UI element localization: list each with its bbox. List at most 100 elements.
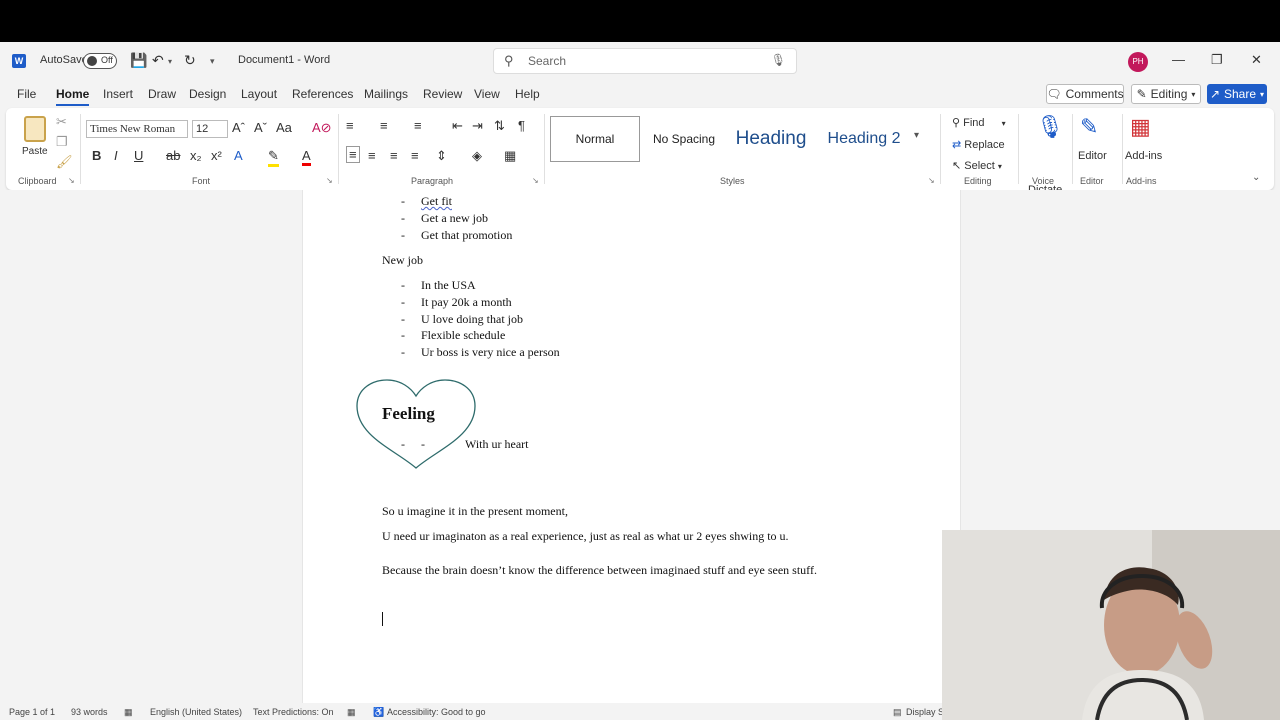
strikethrough-icon[interactable]: ab (166, 148, 180, 163)
tab-insert[interactable]: Insert (103, 87, 133, 101)
bold-icon[interactable]: B (92, 148, 101, 163)
styles-more-icon[interactable]: ▾ (914, 130, 919, 141)
text-predictions[interactable]: Text Predictions: On (253, 707, 334, 717)
add-ins-group-label: Add-ins (1126, 176, 1157, 186)
font-group-label: Font (192, 176, 211, 186)
minimize-icon[interactable]: — (1172, 52, 1185, 67)
close-icon[interactable]: ✕ (1251, 52, 1262, 68)
ribbon: Paste ✂ ❐ 🖌 Clipboard ↘ Times New Roman … (6, 108, 1274, 196)
undo-icon[interactable]: ↶ (152, 52, 164, 69)
language[interactable]: English (United States) (150, 707, 242, 717)
find-label: Find (963, 117, 985, 129)
font-color-icon[interactable]: A (302, 148, 311, 166)
increase-indent-icon[interactable]: ⇥ (472, 118, 483, 134)
tab-layout[interactable]: Layout (241, 87, 277, 101)
paragraph-launcher-icon[interactable]: ↘ (532, 176, 539, 185)
highlight-icon[interactable]: ✎ (268, 148, 279, 167)
replace-button[interactable]: ⇄ Replace (952, 138, 1005, 151)
display-settings[interactable]: Display S (906, 707, 944, 717)
comments-button[interactable]: 🗨 Comments (1046, 84, 1124, 104)
tab-view[interactable]: View (474, 87, 500, 101)
restore-icon[interactable]: ❐ (1211, 52, 1223, 68)
font-family-select[interactable]: Times New Roman (86, 120, 188, 138)
clipboard-launcher-icon[interactable]: ↘ (68, 176, 75, 185)
paste-icon[interactable] (24, 116, 46, 142)
copy-icon[interactable]: ❐ (56, 134, 68, 150)
align-right-icon[interactable]: ≡ (390, 148, 398, 163)
bullets-icon[interactable]: ≡ (346, 118, 354, 133)
voice-group-label: Voice (1032, 176, 1055, 186)
accessibility-status[interactable]: Accessibility: Good to go (387, 707, 486, 717)
share-button[interactable]: ↗ Share ▾ (1207, 84, 1267, 104)
editing-mode-button[interactable]: ✎ Editing ▾ (1131, 84, 1201, 104)
heart-shape[interactable] (355, 378, 477, 470)
numbering-icon[interactable]: ≡ (380, 118, 388, 133)
multilevel-list-icon[interactable]: ≡ (414, 118, 422, 133)
editor-label[interactable]: Editor (1078, 150, 1107, 162)
page-count[interactable]: Page 1 of 1 (9, 707, 55, 717)
find-button[interactable]: ⚲ Find ▾ (952, 116, 1006, 129)
paste-label[interactable]: Paste (22, 146, 48, 157)
grow-font-icon[interactable]: Aˆ (232, 120, 245, 135)
autosave-toggle[interactable]: Off (83, 53, 117, 69)
tab-references[interactable]: References (292, 87, 353, 101)
justify-icon[interactable]: ≡ (411, 148, 419, 163)
align-center-icon[interactable]: ≡ (368, 148, 376, 163)
show-formatting-icon[interactable]: ¶ (518, 118, 525, 133)
style-heading-1[interactable]: Heading (728, 116, 814, 162)
word-count[interactable]: 93 words (71, 707, 108, 717)
align-left-icon[interactable]: ≡ (346, 146, 360, 163)
dictate-icon[interactable]: 🎙 (1036, 114, 1064, 140)
tab-draw[interactable]: Draw (148, 87, 176, 101)
document-page[interactable]: - Get fit - Get a new job - Get that pro… (302, 190, 961, 703)
tab-mailings[interactable]: Mailings (364, 87, 408, 101)
undo-dropdown-icon[interactable]: ▾ (168, 57, 172, 66)
microphone-icon[interactable]: 🎙 (771, 53, 786, 67)
editor-icon[interactable]: ✎ (1080, 114, 1098, 140)
sort-icon[interactable]: ⇅ (494, 118, 505, 134)
cut-icon[interactable]: ✂ (56, 114, 67, 130)
add-ins-label[interactable]: Add-ins (1125, 150, 1162, 162)
save-icon[interactable]: 💾 (130, 52, 147, 69)
shading-icon[interactable]: ◈ (472, 148, 482, 164)
add-ins-icon[interactable]: ▦ (1130, 114, 1151, 140)
font-launcher-icon[interactable]: ↘ (326, 176, 333, 185)
tab-file[interactable]: File (17, 87, 36, 101)
search-box[interactable]: ⚲ Search 🎙 (493, 48, 797, 74)
style-no-spacing[interactable]: No Spacing (646, 116, 722, 162)
style-normal[interactable]: Normal (550, 116, 640, 162)
shrink-font-icon[interactable]: Aˇ (254, 120, 267, 135)
tab-help[interactable]: Help (515, 87, 540, 101)
change-case-icon[interactable]: Aa (276, 120, 292, 135)
chevron-down-icon: ▾ (1260, 89, 1265, 99)
underline-icon[interactable]: U (134, 148, 143, 163)
superscript-icon[interactable]: x² (211, 148, 222, 163)
tab-home[interactable]: Home (56, 87, 90, 106)
line-spacing-icon[interactable]: ⇕ (436, 148, 447, 164)
user-avatar[interactable]: PH (1128, 52, 1148, 72)
clear-formatting-icon[interactable]: A⊘ (312, 120, 332, 136)
format-painter-icon[interactable]: 🖌 (56, 154, 73, 170)
proofing-icon[interactable]: ▦ (124, 707, 133, 718)
text-effects-icon[interactable]: A (234, 148, 243, 163)
decrease-indent-icon[interactable]: ⇤ (452, 118, 463, 134)
replace-icon: ⇄ (952, 139, 962, 151)
style-heading-2[interactable]: Heading 2 (820, 116, 908, 162)
subscript-icon[interactable]: x₂ (190, 148, 202, 163)
styles-launcher-icon[interactable]: ↘ (928, 176, 935, 185)
tab-design[interactable]: Design (189, 87, 226, 101)
accessibility-icon[interactable]: ♿ (373, 707, 384, 718)
borders-icon[interactable]: ▦ (504, 148, 516, 164)
bullet-dash: - (401, 211, 405, 225)
macro-icon[interactable]: ▦ (347, 707, 356, 718)
italic-icon[interactable]: I (114, 148, 118, 163)
collapse-ribbon-icon[interactable]: ⌄ (1252, 172, 1260, 183)
redo-icon[interactable]: ↻ (184, 52, 196, 69)
display-settings-icon[interactable]: ▤ (893, 707, 902, 718)
customize-qat-icon[interactable]: ▾ (210, 56, 215, 67)
paragraph: U need ur imaginaton as a real experienc… (382, 529, 789, 543)
tab-review[interactable]: Review (423, 87, 462, 101)
select-button[interactable]: ↖ Select ▾ (952, 159, 1002, 172)
font-size-select[interactable]: 12 (192, 120, 228, 138)
comments-label: Comments (1065, 87, 1124, 101)
